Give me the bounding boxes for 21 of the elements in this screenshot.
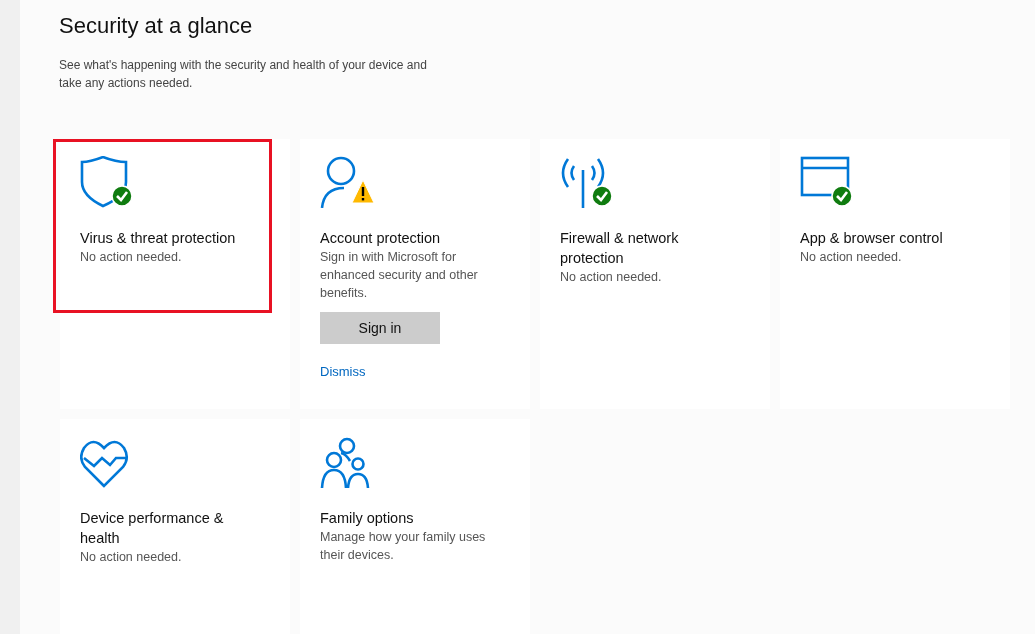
tile-title: Account protection [320,229,442,248]
tile-status: No action needed. [80,249,183,266]
tile-status: No action needed. [800,249,903,266]
dismiss-link[interactable]: Dismiss [320,364,366,379]
tile-card[interactable]: Firewall & network protection No action needed. [540,139,770,409]
tile-status: Sign in with Microsoft for enhanced security and other benefits. [320,249,479,302]
tile-title: Device performance & health [80,509,225,548]
page-description: See what's happening with the security and health of your device and take any actions needed. [59,57,428,92]
page-title: Security at a glance [59,12,254,40]
tile-title: App & browser control [800,229,944,248]
sign-in-button[interactable]: Sign in [320,312,440,344]
tile-title: Firewall & network protection [560,229,680,268]
tile-title: Virus & threat protection [80,229,237,248]
tile-card[interactable]: Device performance & health No action needed. [60,419,290,634]
tile-status: Manage how your family uses their devices. [320,529,487,564]
tile-card[interactable]: Account protection Sign in with Microsoft for enhanced security and other benefits. Sign in Dismiss [300,139,530,409]
tile-status: No action needed. [560,269,663,286]
tile-status: No action needed. [80,549,183,566]
tile-card[interactable]: App & browser control No action needed. [780,139,1010,409]
tile-card[interactable]: Family options Manage how your family uses their devices. [300,419,530,634]
tile-title: Family options [320,509,415,528]
